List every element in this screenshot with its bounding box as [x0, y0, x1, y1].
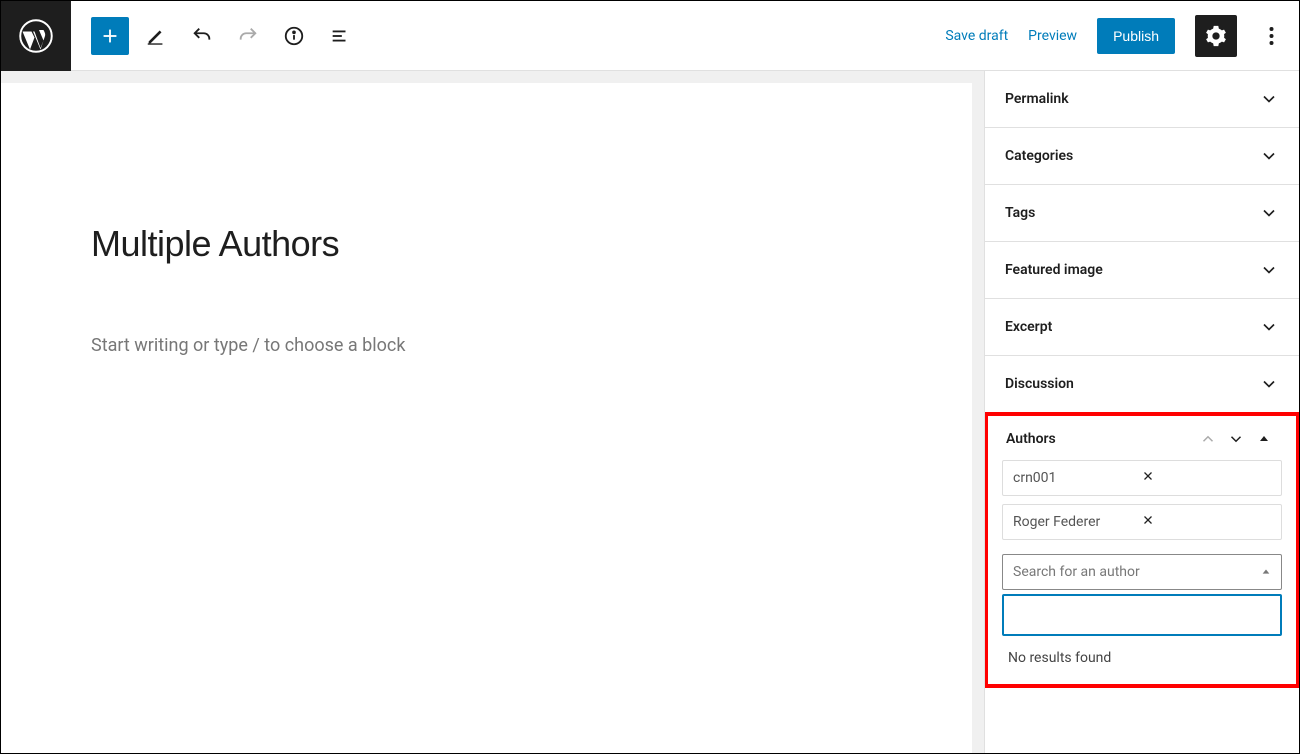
publish-button[interactable]: Publish: [1097, 18, 1175, 54]
panel-discussion[interactable]: Discussion: [985, 356, 1299, 413]
panel-tags[interactable]: Tags: [985, 185, 1299, 242]
chevron-down-icon: [1259, 260, 1279, 280]
panel-title: Permalink: [1005, 91, 1069, 107]
panel-title: Discussion: [1005, 376, 1074, 392]
undo-icon: [191, 25, 213, 47]
panel-excerpt[interactable]: Excerpt: [985, 299, 1299, 356]
pencil-icon: [145, 25, 167, 47]
redo-icon: [237, 25, 259, 47]
outline-button[interactable]: [321, 17, 359, 55]
tools-button[interactable]: [137, 17, 175, 55]
chevron-down-icon: [1259, 317, 1279, 337]
undo-button[interactable]: [183, 17, 221, 55]
editor-canvas[interactable]: Multiple Authors Start writing or type /…: [1, 83, 972, 753]
close-icon: [1142, 514, 1154, 526]
toolbar-left-group: [71, 17, 359, 55]
collapse-button[interactable]: [1250, 433, 1278, 445]
panel-title: Tags: [1005, 205, 1035, 221]
more-options-button[interactable]: [1257, 15, 1285, 57]
panel-title: Authors: [1006, 431, 1194, 447]
chevron-down-icon: [1227, 430, 1245, 448]
wordpress-logo[interactable]: [1, 1, 71, 71]
dots-vertical-icon: [1269, 26, 1274, 46]
remove-author-button[interactable]: [1142, 514, 1271, 530]
author-chip[interactable]: crn001: [1002, 460, 1282, 496]
editor-wrap: Multiple Authors Start writing or type /…: [1, 71, 984, 753]
preview-button[interactable]: Preview: [1028, 28, 1077, 44]
panel-title: Featured image: [1005, 262, 1103, 278]
no-results-text: No results found: [1002, 636, 1282, 670]
main-area: Multiple Authors Start writing or type /…: [1, 71, 1299, 753]
list-icon: [329, 25, 351, 47]
top-toolbar: Save draft Preview Publish: [1, 1, 1299, 71]
redo-button: [229, 17, 267, 55]
author-name: Roger Federer: [1013, 514, 1142, 530]
chevron-down-icon: [1259, 203, 1279, 223]
close-icon: [1142, 470, 1154, 482]
gear-icon: [1205, 25, 1227, 47]
chevron-up-icon: [1199, 430, 1217, 448]
chevron-down-icon: [1259, 146, 1279, 166]
panel-authors-header[interactable]: Authors: [988, 416, 1296, 460]
save-draft-button[interactable]: Save draft: [945, 28, 1008, 44]
panel-title: Categories: [1005, 148, 1073, 164]
wordpress-icon: [18, 18, 54, 54]
settings-sidebar: Permalink Categories Tags Featured image: [984, 71, 1299, 753]
move-up-button: [1194, 430, 1222, 448]
author-name: crn001: [1013, 470, 1142, 486]
chevron-down-icon: [1259, 89, 1279, 109]
add-block-button[interactable]: [91, 17, 129, 55]
search-placeholder-text: Search for an author: [1013, 564, 1140, 580]
author-chip[interactable]: Roger Federer: [1002, 504, 1282, 540]
panel-permalink[interactable]: Permalink: [985, 71, 1299, 128]
author-search-input[interactable]: [1004, 596, 1280, 634]
settings-button[interactable]: [1195, 15, 1237, 57]
info-button[interactable]: [275, 17, 313, 55]
move-down-button[interactable]: [1222, 430, 1250, 448]
author-search-input-wrap: [1002, 594, 1282, 636]
post-title[interactable]: Multiple Authors: [91, 223, 972, 265]
triangle-up-icon: [1258, 433, 1270, 445]
panel-title: Excerpt: [1005, 319, 1052, 335]
chevron-down-icon: [1259, 374, 1279, 394]
panel-featured-image[interactable]: Featured image: [985, 242, 1299, 299]
post-body-placeholder[interactable]: Start writing or type / to choose a bloc…: [91, 335, 972, 356]
info-icon: [283, 25, 305, 47]
triangle-up-icon: [1261, 567, 1271, 577]
panel-authors-body: crn001 Roger Federer Search for an autho…: [988, 460, 1296, 684]
toolbar-right-group: Save draft Preview Publish: [945, 15, 1299, 57]
panel-categories[interactable]: Categories: [985, 128, 1299, 185]
remove-author-button[interactable]: [1142, 470, 1271, 486]
author-search-select[interactable]: Search for an author: [1002, 554, 1282, 590]
highlight-authors: Authors crn001 Ro: [984, 412, 1299, 688]
plus-icon: [99, 25, 121, 47]
